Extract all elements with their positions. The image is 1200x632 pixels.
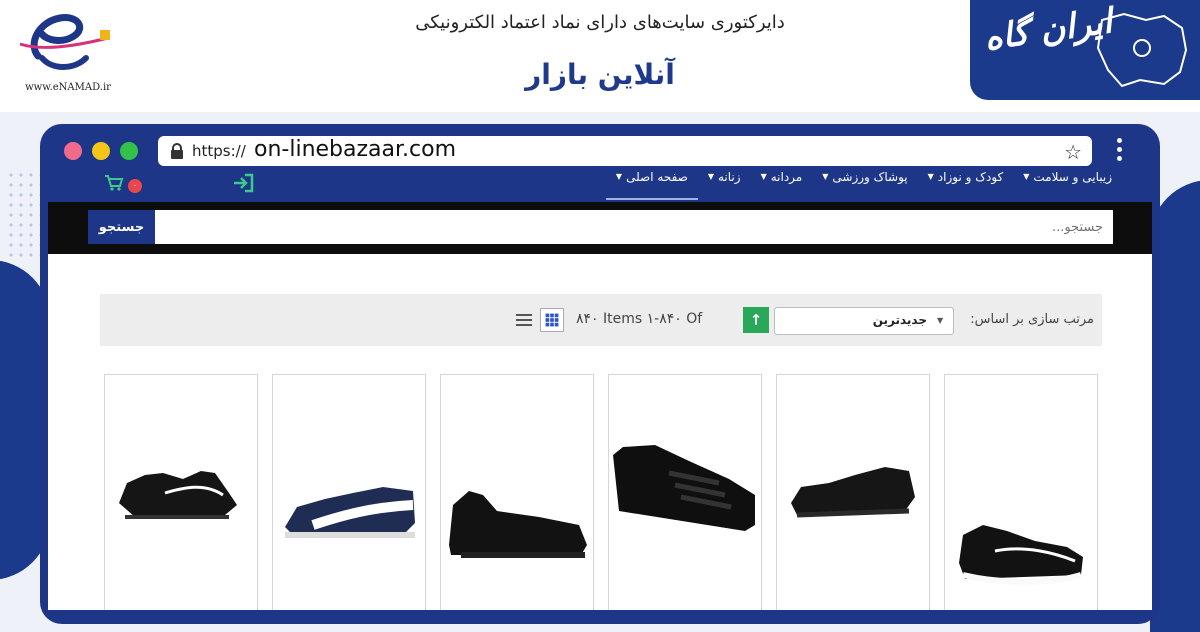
login-icon[interactable] [232,173,254,193]
nav-item-beauty[interactable]: زیبایی و سلامت ▼ [1013,172,1122,200]
nav-item-label: زیبایی و سلامت [1033,172,1112,184]
sort-toolbar: مرتب سازی بر اساس: جدیدترین ▼ ↑ ۸۴۰ Item… [100,294,1102,346]
cart-icon[interactable] [104,174,124,192]
nav-item-men[interactable]: مردانه ▼ [751,172,813,200]
product-card[interactable] [272,374,426,610]
main-menu: صفحه اصلی ▼ زنانه ▼ مردانه ▼ پوشاک ورزشی ▼ ک… [605,172,1122,202]
nav-item-label: زنانه [718,172,741,184]
nav-item-home[interactable]: صفحه اصلی ▼ [605,172,698,200]
chevron-down-icon: ▼ [927,172,934,181]
lock-icon [171,143,183,159]
product-card[interactable] [608,374,762,610]
nav-item-label: پوشاک ورزشی [832,172,908,184]
search-input[interactable] [155,210,1113,244]
directory-subtitle: دایرکتوری سایت‌های دارای نماد اعتماد الک… [415,12,785,33]
nav-item-sportswear[interactable]: پوشاک ورزشی ▼ [812,172,917,200]
bookmark-star-icon[interactable]: ☆ [1064,140,1082,164]
address-bar[interactable]: https:// on-linebazaar.com ☆ [158,136,1092,166]
site-title: آنلاین بازار [525,58,675,91]
chevron-down-icon: ▼ [937,316,944,325]
product-image [449,491,587,558]
grid-view-icon[interactable] [540,308,564,332]
arrow-up-icon: ↑ [749,311,763,329]
nav-item-label: صفحه اصلی [626,172,688,184]
enamad-logo: www.eNAMAD.ir [8,4,120,100]
chevron-down-icon: ▼ [1023,172,1030,181]
nav-item-label: مردانه [770,172,803,184]
product-card[interactable] [944,374,1098,610]
chevron-down-icon: ▼ [615,172,623,181]
maximize-window-button[interactable] [120,142,138,160]
sort-select[interactable]: جدیدترین ▼ [774,307,954,335]
product-card[interactable] [776,374,930,610]
iran-map-icon [1096,12,1188,88]
minimize-window-button[interactable] [92,142,110,160]
sort-selected-value: جدیدترین [872,313,927,327]
chevron-down-icon: ▼ [760,172,767,181]
search-button[interactable]: جستجو [88,210,155,244]
product-image [959,525,1083,585]
list-view-icon[interactable] [512,308,536,332]
product-card[interactable] [440,374,594,610]
url-scheme: https:// [192,142,246,160]
cart-count-badge: ۰ [128,179,142,193]
product-image [119,471,237,519]
nav-item-kids[interactable]: کودک و نوزاد ▼ [918,172,1014,200]
irangah-logo: ایران گاه [970,0,1200,100]
sort-direction-button[interactable]: ↑ [743,307,769,333]
close-window-button[interactable] [64,142,82,160]
browser-titlebar: https:// on-linebazaar.com ☆ [40,124,1160,172]
enamad-e-icon [19,14,110,70]
items-count: ۸۴۰ Items ۱-۸۴۰ Of [576,311,703,327]
enamad-url[interactable]: www.eNAMAD.ir [8,82,128,93]
browser-menu-icon[interactable] [1114,138,1124,164]
sort-label: مرتب سازی بر اساس: [970,312,1094,327]
page-viewport: ۰ صفحه اصلی ▼ زنانه ▼ مردانه ▼ پوشاک ورزشی ▼… [48,172,1152,610]
url-host: on-linebazaar.com [254,137,457,162]
site-nav: ۰ صفحه اصلی ▼ زنانه ▼ مردانه ▼ پوشاک ورزشی ▼… [48,172,1152,202]
directory-banner: www.eNAMAD.ir دایرکتوری سایت‌های دارای ن… [0,0,1200,112]
chevron-down-icon: ▼ [707,172,714,181]
product-image [613,445,755,531]
product-card[interactable] [104,374,258,610]
search-bar: جستجو [48,202,1152,254]
nav-item-label: کودک و نوزاد [937,172,1004,184]
product-image [791,467,915,518]
nav-item-women[interactable]: زنانه ▼ [698,172,751,200]
product-image [285,487,415,538]
chevron-down-icon: ▼ [822,172,829,181]
